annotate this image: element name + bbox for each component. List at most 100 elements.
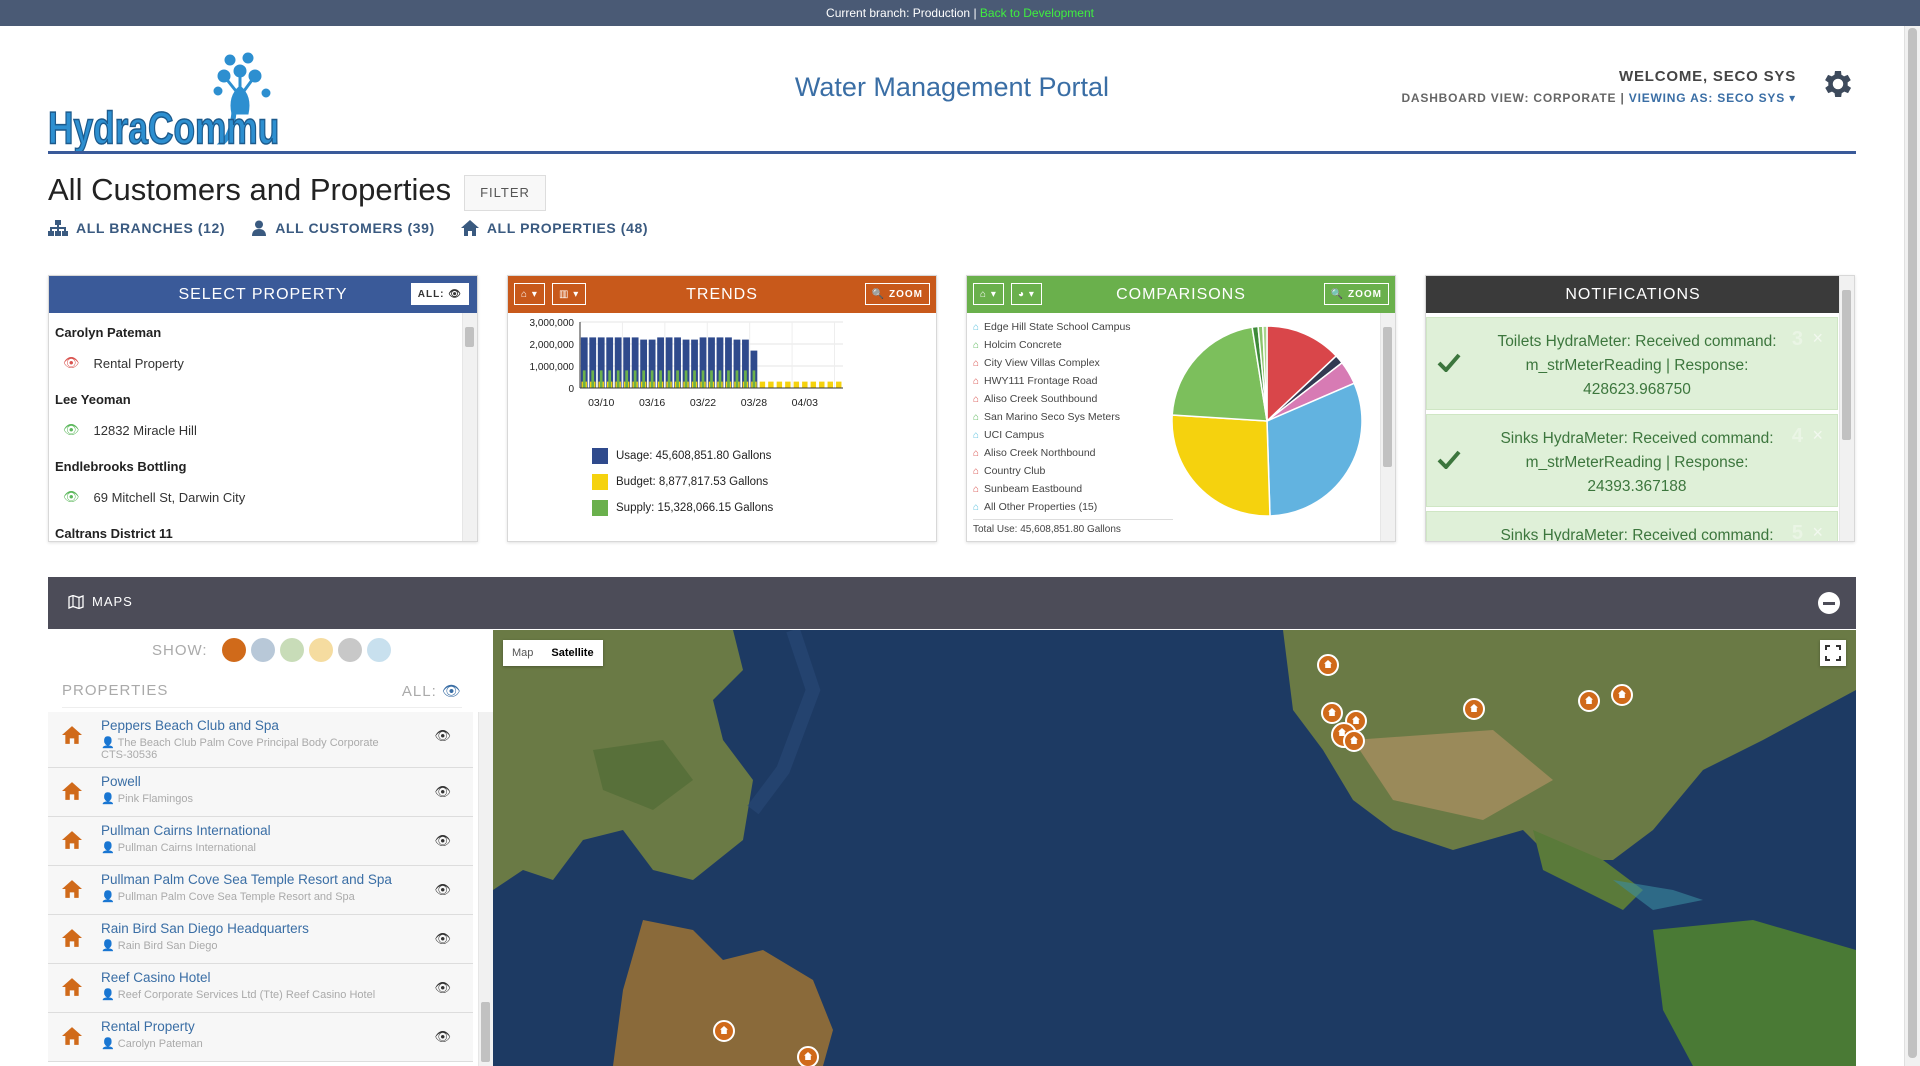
property-map[interactable]: Map Satellite bbox=[493, 630, 1856, 1066]
map-property-item[interactable]: 👁 Reef Casino Hotel 👤 Reef Corporate Servi… bbox=[48, 964, 473, 1013]
budget-bar bbox=[793, 381, 800, 388]
eye-icon[interactable]: 👁 bbox=[63, 355, 80, 371]
water-drop-filter-icon[interactable] bbox=[250, 638, 275, 662]
comparison-legend-item[interactable]: ⌂ Country Club bbox=[973, 462, 1131, 480]
property-name-link[interactable]: Pullman Palm Cove Sea Temple Resort and … bbox=[101, 872, 403, 887]
map-property-marker[interactable] bbox=[1463, 698, 1485, 720]
comparison-legend-item[interactable]: ⌂ Aliso Creek Southbound bbox=[973, 390, 1131, 408]
home-icon: ⌂ bbox=[973, 375, 980, 387]
trends-zoom-button[interactable]: 🔍 ZOOM bbox=[864, 283, 930, 305]
map-property-marker[interactable] bbox=[1317, 654, 1339, 676]
comparison-legend-item[interactable]: ⌂ Holcim Concrete bbox=[973, 336, 1131, 354]
x-tick-label: 04/03 bbox=[792, 397, 818, 409]
sun-filter-icon[interactable] bbox=[308, 638, 333, 662]
property-filter-icon[interactable] bbox=[221, 638, 246, 662]
property-item[interactable]: 👁 69 Mitchell St, Darwin City bbox=[49, 480, 461, 514]
comparisons-zoom-button[interactable]: 🔍 ZOOM bbox=[1323, 283, 1389, 305]
diamond-filter-icon[interactable] bbox=[366, 638, 391, 662]
eye-icon[interactable]: 👁 bbox=[434, 931, 451, 947]
property-owner: 👤 Reef Corporate Services Ltd (Tte) Reef… bbox=[101, 989, 376, 1001]
supply-bar bbox=[676, 370, 679, 388]
property-name-link[interactable]: Pullman Cairns International bbox=[101, 823, 403, 838]
eye-icon[interactable]: 👁 bbox=[63, 489, 80, 505]
map-type-satellite[interactable]: Satellite bbox=[542, 640, 602, 666]
all-properties-link[interactable]: ALL PROPERTIES (48) bbox=[460, 220, 648, 236]
property-name: 12832 Miracle Hill bbox=[93, 422, 197, 438]
eye-icon[interactable]: 👁 bbox=[434, 882, 451, 898]
all-customers-link[interactable]: ALL CUSTOMERS (39) bbox=[251, 220, 435, 236]
trends-chart-type-dropdown[interactable]: ▥ ▾ bbox=[552, 283, 587, 305]
notification-item[interactable]: Sinks HydraMeter: Received command: 5 × bbox=[1426, 511, 1838, 541]
trends-legend-item[interactable]: Usage: 45,608,851.80 Gallons bbox=[592, 448, 773, 464]
trends-legend-item[interactable]: Supply: 15,328,066.15 Gallons bbox=[592, 500, 773, 516]
map-property-marker[interactable] bbox=[1611, 684, 1633, 706]
map-property-item[interactable]: 👁 Rain Bird San Diego Headquarters 👤 Rain … bbox=[48, 915, 473, 964]
select-all-toggle[interactable]: ALL: 👁 bbox=[410, 283, 469, 305]
dismiss-notification-icon[interactable]: × bbox=[1812, 522, 1823, 541]
property-item[interactable]: 👁 Rental Property bbox=[49, 346, 461, 380]
eye-icon[interactable]: 👁 bbox=[434, 833, 451, 849]
comparison-legend-item[interactable]: ⌂ Sunbeam Eastbound bbox=[973, 480, 1131, 498]
trends-legend-item[interactable]: Budget: 8,877,817.53 Gallons bbox=[592, 474, 773, 490]
wifi-filter-icon[interactable] bbox=[337, 638, 362, 662]
map-property-item[interactable]: 👁 Powell 👤 Pink Flamingos bbox=[48, 768, 473, 817]
viewing-as-dropdown[interactable]: VIEWING AS: SECO SYS ▾ bbox=[1629, 91, 1796, 105]
property-owner: 👤 Rain Bird San Diego bbox=[101, 940, 218, 952]
map-property-marker[interactable] bbox=[1321, 702, 1343, 724]
property-list-scrollbar[interactable] bbox=[462, 313, 477, 541]
comparisons-scrollbar[interactable] bbox=[1380, 313, 1395, 541]
property-item[interactable]: 👁 12832 Miracle Hill bbox=[49, 413, 461, 447]
map-property-item[interactable]: 👁 Peppers Beach Club and Spa 👤 The Beach C… bbox=[48, 712, 473, 768]
eye-icon[interactable]: 👁 bbox=[434, 980, 451, 996]
comparison-legend-item[interactable]: ⌂ San Marino Seco Sys Meters bbox=[973, 408, 1131, 426]
map-type-map[interactable]: Map bbox=[503, 640, 542, 666]
map-property-list-container: 👁 Peppers Beach Club and Spa 👤 The Beach C… bbox=[48, 712, 493, 1066]
map-property-marker[interactable] bbox=[797, 1046, 819, 1066]
home-icon bbox=[62, 726, 82, 749]
scope-links: ALL BRANCHES (12) ALL CUSTOMERS (39) ALL… bbox=[48, 220, 648, 236]
comparison-legend-item[interactable]: ⌂ Edge Hill State School Campus bbox=[973, 318, 1131, 336]
gauge-filter-icon[interactable] bbox=[279, 638, 304, 662]
property-name-link[interactable]: Peppers Beach Club and Spa bbox=[101, 718, 403, 733]
page-scrollbar[interactable] bbox=[1904, 26, 1920, 1066]
comparison-legend-item[interactable]: ⌂ All Other Properties (15) bbox=[973, 498, 1131, 516]
settings-gear-icon[interactable] bbox=[1820, 66, 1856, 102]
eye-icon[interactable]: 👁 bbox=[434, 1029, 451, 1045]
comparisons-property-dropdown[interactable]: ⌂ ▾ bbox=[973, 283, 1004, 305]
map-property-marker[interactable] bbox=[1343, 730, 1365, 752]
property-owner: 👤 The Beach Club Palm Cove Principal Bod… bbox=[101, 737, 379, 761]
notification-item[interactable]: Sinks HydraMeter: Received command: m_st… bbox=[1426, 414, 1838, 507]
dismiss-notification-icon[interactable]: × bbox=[1812, 425, 1823, 446]
trends-property-dropdown[interactable]: ⌂ ▾ bbox=[514, 283, 545, 305]
map-property-item[interactable]: 👁 Pullman Cairns International 👤 Pullman C… bbox=[48, 817, 473, 866]
dismiss-notification-icon[interactable]: × bbox=[1812, 328, 1823, 349]
property-name-link[interactable]: Reef Casino Hotel bbox=[101, 970, 403, 985]
comparison-legend-item[interactable]: ⌂ UCI Campus bbox=[973, 426, 1131, 444]
property-name-link[interactable]: Powell bbox=[101, 774, 403, 789]
map-property-marker[interactable] bbox=[1578, 690, 1600, 712]
comparison-legend-item[interactable]: ⌂ City View Villas Complex bbox=[973, 354, 1131, 372]
comparison-legend-item[interactable]: ⌂ Aliso Creek Northbound bbox=[973, 444, 1131, 462]
fullscreen-icon[interactable] bbox=[1820, 640, 1846, 666]
all-branches-link[interactable]: ALL BRANCHES (12) bbox=[48, 220, 225, 236]
eye-icon[interactable]: 👁 bbox=[434, 728, 451, 744]
notifications-scrollbar[interactable] bbox=[1839, 276, 1854, 541]
page-title: All Customers and Properties bbox=[48, 172, 452, 207]
pie-slice bbox=[1171, 414, 1271, 517]
filter-button[interactable]: FILTER bbox=[464, 175, 546, 211]
map-property-marker[interactable] bbox=[713, 1020, 735, 1042]
properties-all-toggle[interactable]: ALL: 👁 bbox=[402, 682, 462, 700]
map-property-item[interactable]: 👁 Pullman Palm Cove Sea Temple Resort and… bbox=[48, 866, 473, 915]
map-property-item[interactable]: 👁 Rental Property 👤 Carolyn Pateman bbox=[48, 1013, 473, 1062]
back-to-development-link[interactable]: Back to Development bbox=[980, 6, 1094, 20]
property-name-link[interactable]: Rental Property bbox=[101, 1019, 403, 1034]
eye-icon[interactable]: 👁 bbox=[63, 422, 80, 438]
property-name-link[interactable]: Rain Bird San Diego Headquarters bbox=[101, 921, 403, 936]
map-property-scrollbar[interactable] bbox=[478, 712, 493, 1066]
property-owner: Endlebrooks Bottling bbox=[55, 459, 187, 474]
comparison-legend-item[interactable]: ⌂ HWY111 Frontage Road bbox=[973, 372, 1131, 390]
comparisons-chart-type-dropdown[interactable]: ◕ ▾ bbox=[1011, 283, 1042, 305]
eye-icon[interactable]: 👁 bbox=[434, 784, 451, 800]
collapse-maps-icon[interactable] bbox=[1818, 592, 1840, 614]
notification-item[interactable]: Toilets HydraMeter: Received command: m_… bbox=[1426, 317, 1838, 410]
